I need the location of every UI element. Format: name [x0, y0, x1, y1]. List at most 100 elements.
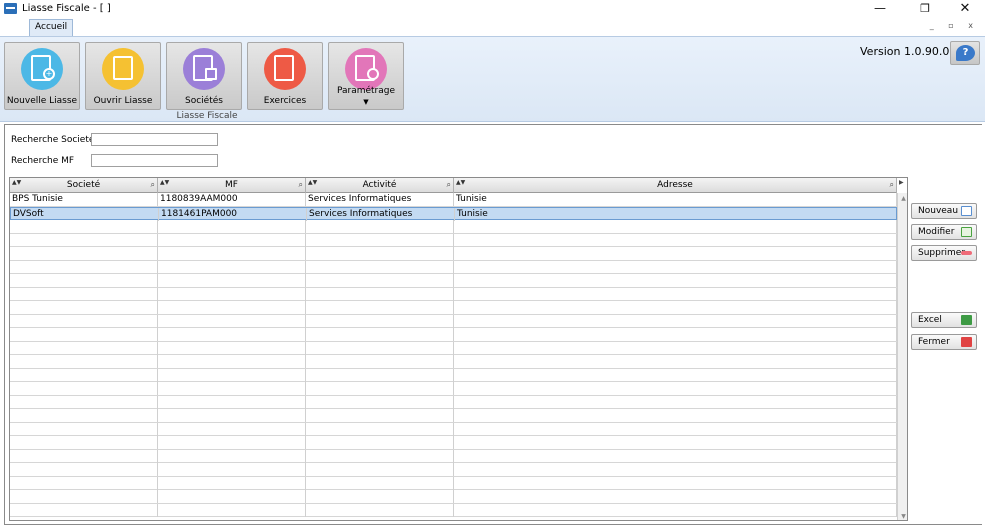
table-cell[interactable]: [10, 368, 158, 382]
fermer-button[interactable]: Fermer: [911, 334, 977, 350]
table-cell[interactable]: [158, 476, 306, 490]
scroll-down-icon[interactable]: ▼: [898, 513, 907, 520]
table-cell[interactable]: [10, 274, 158, 287]
table-row[interactable]: [10, 233, 897, 247]
filter-icon[interactable]: ⌕: [447, 178, 451, 192]
table-row[interactable]: [10, 436, 897, 450]
table-cell[interactable]: [10, 436, 158, 449]
table-cell[interactable]: [454, 233, 897, 247]
table-cell[interactable]: [158, 314, 306, 328]
table-cell[interactable]: [10, 328, 158, 341]
table-row[interactable]: [10, 409, 897, 423]
exercices-button[interactable]: Exercices: [247, 42, 323, 110]
table-row[interactable]: [10, 382, 897, 396]
table-cell[interactable]: [454, 476, 897, 490]
table-cell[interactable]: [306, 341, 454, 355]
table-cell[interactable]: [454, 395, 897, 409]
table-cell[interactable]: 1180839AAM000: [158, 193, 306, 206]
mdi-window-controls[interactable]: _ ▫ x: [930, 21, 979, 30]
recherche-societe-input[interactable]: [91, 133, 218, 146]
table-row[interactable]: [10, 355, 897, 369]
table-cell[interactable]: [158, 490, 306, 503]
table-cell[interactable]: [306, 490, 454, 503]
table-cell[interactable]: [10, 220, 158, 233]
nouveau-button[interactable]: Nouveau: [911, 203, 977, 219]
filter-icon[interactable]: ⌕: [890, 178, 894, 192]
table-cell[interactable]: [306, 436, 454, 449]
table-cell[interactable]: [10, 463, 158, 476]
table-cell[interactable]: [454, 301, 897, 314]
table-cell[interactable]: [454, 274, 897, 287]
column-header-mf[interactable]: ▲▼ MF ⌕: [158, 178, 306, 193]
table-cell[interactable]: [454, 341, 897, 355]
table-cell[interactable]: [306, 503, 454, 517]
table-cell[interactable]: [454, 260, 897, 274]
table-cell[interactable]: [158, 341, 306, 355]
table-cell[interactable]: [158, 422, 306, 436]
close-button[interactable]: ✕: [950, 0, 980, 18]
table-cell[interactable]: [158, 436, 306, 449]
table-row[interactable]: [10, 314, 897, 328]
filter-icon[interactable]: ⌕: [151, 178, 155, 192]
table-cell[interactable]: [454, 314, 897, 328]
excel-button[interactable]: Excel: [911, 312, 977, 328]
table-cell[interactable]: [454, 382, 897, 395]
column-header-activite[interactable]: ▲▼ Activité ⌕: [306, 178, 454, 193]
table-cell[interactable]: [158, 395, 306, 409]
table-cell[interactable]: [10, 287, 158, 301]
table-row[interactable]: [10, 220, 897, 234]
table-cell[interactable]: [10, 490, 158, 503]
table-row[interactable]: [10, 476, 897, 490]
table-cell[interactable]: [306, 382, 454, 395]
table-row[interactable]: [10, 301, 897, 315]
table-row[interactable]: [10, 490, 897, 504]
table-cell[interactable]: [158, 382, 306, 395]
table-cell[interactable]: [454, 220, 897, 233]
table-cell[interactable]: [10, 233, 158, 247]
table-cell[interactable]: [306, 287, 454, 301]
column-header-societe[interactable]: ▲▼ Societé ⌕: [10, 178, 158, 193]
table-cell[interactable]: [10, 422, 158, 436]
table-cell[interactable]: Services Informatiques: [307, 207, 455, 221]
table-cell[interactable]: 1181461PAM000: [159, 207, 307, 221]
table-cell[interactable]: [158, 368, 306, 382]
table-cell[interactable]: [306, 260, 454, 274]
table-cell[interactable]: [10, 395, 158, 409]
table-cell[interactable]: [454, 328, 897, 341]
table-cell[interactable]: [10, 503, 158, 517]
table-row[interactable]: [10, 260, 897, 274]
table-cell[interactable]: [454, 436, 897, 449]
societes-button[interactable]: Sociétés: [166, 42, 242, 110]
table-cell[interactable]: [306, 368, 454, 382]
table-cell[interactable]: [306, 233, 454, 247]
table-cell[interactable]: [454, 503, 897, 517]
scroll-up-icon[interactable]: ▲: [898, 195, 907, 202]
table-cell[interactable]: [10, 355, 158, 368]
table-cell[interactable]: [158, 355, 306, 368]
parametrage-button[interactable]: Paramétrage ▼: [328, 42, 404, 110]
table-cell[interactable]: DVSoft: [11, 207, 159, 221]
table-cell[interactable]: [454, 368, 897, 382]
table-cell[interactable]: [158, 328, 306, 341]
table-cell[interactable]: [306, 449, 454, 463]
table-cell[interactable]: [306, 422, 454, 436]
table-cell[interactable]: [10, 341, 158, 355]
help-button[interactable]: ?: [950, 41, 980, 65]
table-cell[interactable]: [10, 382, 158, 395]
column-scroll-arrow-icon[interactable]: ▶: [899, 179, 907, 186]
table-row[interactable]: [10, 395, 897, 409]
table-row[interactable]: [10, 341, 897, 355]
table-cell[interactable]: [454, 355, 897, 368]
table-cell[interactable]: [10, 476, 158, 490]
table-cell[interactable]: [158, 233, 306, 247]
societes-grid[interactable]: ▲▼ Societé ⌕ ▲▼ MF ⌕ ▲▼ Activité ⌕ ▲▼ Ad…: [9, 177, 908, 521]
modifier-button[interactable]: Modifier: [911, 224, 977, 240]
table-cell[interactable]: [158, 449, 306, 463]
table-cell[interactable]: [10, 449, 158, 463]
table-cell[interactable]: [306, 328, 454, 341]
table-row[interactable]: BPS Tunisie 1180839AAM000 Services Informa…: [10, 193, 897, 207]
table-cell[interactable]: [454, 287, 897, 301]
table-cell[interactable]: [158, 274, 306, 287]
table-cell[interactable]: [158, 287, 306, 301]
table-cell[interactable]: Tunisie: [455, 207, 898, 221]
